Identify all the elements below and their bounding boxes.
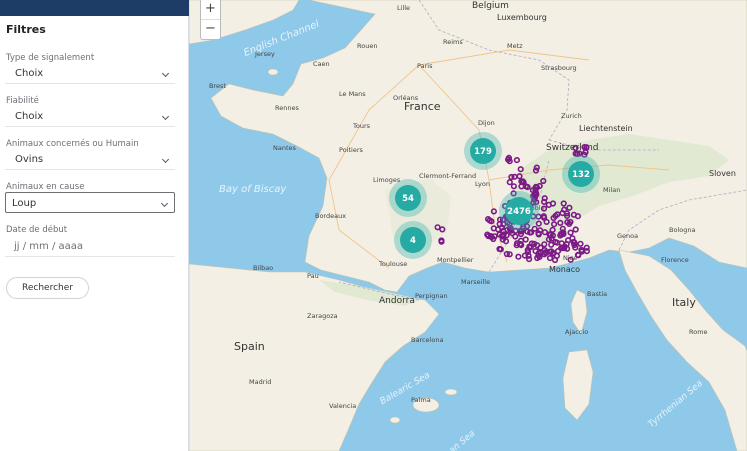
city-label: Metz [507, 42, 523, 50]
filter-label-animals-concerned: Animaux concernés ou Humain [6, 139, 139, 149]
city-label: Genoa [617, 232, 638, 240]
sea-label-bay-of-biscay: Bay of Biscay [219, 184, 287, 195]
city-label: Rome [689, 328, 708, 336]
country-label-slovenia: Sloven [709, 169, 736, 178]
land-menorca [444, 388, 458, 396]
city-label: Le Mans [339, 90, 366, 98]
chevron-down-icon [161, 155, 170, 164]
report-type-value: Choix [15, 68, 44, 79]
cluster-132[interactable]: 132 [562, 155, 600, 193]
city-label: Lyon [475, 180, 490, 188]
city-label: Nantes [273, 144, 297, 152]
land-iberia [189, 263, 440, 451]
city-label: Montpellier [437, 256, 474, 264]
city-label: Palma [411, 396, 431, 404]
city-label: Ajaccio [565, 328, 588, 336]
cluster-2476[interactable]: 2476 [499, 191, 539, 231]
city-label: Valencia [329, 402, 356, 410]
city-label: Caen [313, 60, 330, 68]
city-label: Brest [209, 82, 226, 90]
cluster-count: 54 [402, 194, 414, 204]
city-label: Tours [352, 122, 371, 130]
cluster-54[interactable]: 54 [389, 179, 427, 217]
country-label-spain: Spain [234, 340, 265, 353]
land-italy [618, 249, 747, 451]
city-label: Rennes [275, 104, 299, 112]
sea-label-mediterranean: ean Sea [443, 429, 477, 451]
cluster-count: 132 [572, 170, 590, 180]
city-label: Strasbourg [541, 64, 577, 72]
city-label: Paris [417, 62, 433, 70]
city-label: Bastia [587, 290, 607, 298]
sea-label-tyrrhenian: Tyrrhenian Sea [647, 379, 705, 430]
reliability-value: Choix [15, 111, 44, 122]
city-label: Orléans [393, 94, 419, 102]
reliability-select[interactable]: Choix [5, 106, 175, 127]
filter-label-start-date: Date de début [6, 225, 68, 235]
city-label: Barcelona [411, 336, 443, 344]
cluster-count: 2476 [507, 207, 531, 217]
land-ibiza [389, 416, 401, 424]
city-label: Dijon [478, 119, 495, 127]
country-label-switzerland: Switzerland [546, 143, 599, 153]
animals-cause-select[interactable]: Loup [5, 192, 175, 213]
map-canvas: English Channel Bay of Biscay Balearic S… [189, 0, 747, 451]
map-view[interactable]: English Channel Bay of Biscay Balearic S… [189, 0, 747, 451]
city-label: Madrid [249, 378, 271, 386]
city-label: Zurich [561, 112, 582, 120]
chevron-down-icon [160, 199, 169, 208]
city-label: Florence [661, 256, 689, 264]
city-label: Marseille [461, 278, 490, 286]
country-label-monaco: Monaco [549, 265, 580, 274]
city-label: Poitiers [339, 146, 363, 154]
cluster-179[interactable]: 179 [464, 132, 502, 170]
filter-panel: Filtres Type de signalement Choix Fiabil… [0, 0, 189, 451]
country-label-belgium: Belgium [472, 1, 509, 11]
city-label: Lille [397, 4, 410, 12]
country-label-andorra: Andorra [379, 296, 415, 306]
city-label: Toulouse [378, 260, 407, 268]
search-button[interactable]: Rechercher [6, 277, 89, 299]
city-label: Jersey [254, 50, 275, 58]
land-sardinia [562, 349, 594, 421]
filter-label-reliability: Fiabilité [6, 96, 39, 106]
city-label: Rouen [357, 42, 377, 50]
city-label: Reims [443, 38, 463, 46]
animals-cause-value: Loup [12, 198, 37, 209]
cluster-4[interactable]: 4 [394, 221, 432, 259]
country-label-liechtenstein: Liechtenstein [579, 124, 633, 133]
city-label: Bordeaux [315, 212, 346, 220]
start-date-input[interactable]: jj / mm / aaaa [5, 236, 175, 257]
chevron-down-icon [161, 69, 170, 78]
cluster-count: 4 [410, 236, 416, 246]
animals-concerned-value: Ovins [15, 154, 44, 165]
panel-header-bar [0, 0, 189, 16]
cluster-count: 179 [474, 147, 492, 157]
animals-concerned-select[interactable]: Ovins [5, 149, 175, 170]
city-label: Bilbao [253, 264, 273, 272]
country-label-luxembourg: Luxembourg [497, 13, 547, 22]
filter-label-animals-cause: Animaux en cause [6, 182, 85, 192]
land-jersey [267, 68, 279, 76]
report-type-select[interactable]: Choix [5, 63, 175, 84]
zoom-in-button[interactable]: + [201, 0, 220, 20]
city-label: Milan [603, 186, 620, 194]
city-label: Bologna [669, 226, 695, 234]
filter-label-report-type: Type de signalement [6, 53, 95, 63]
city-label: Clermont-Ferrand [419, 172, 476, 180]
zoom-control: + − [200, 0, 221, 40]
city-label: Zaragoza [307, 312, 338, 320]
zoom-out-button[interactable]: − [201, 20, 220, 40]
city-label: Perpignan [415, 292, 448, 300]
country-label-italy: Italy [672, 296, 696, 309]
city-label: Pau [307, 272, 319, 280]
panel-title: Filtres [6, 23, 46, 36]
chevron-down-icon [161, 112, 170, 121]
